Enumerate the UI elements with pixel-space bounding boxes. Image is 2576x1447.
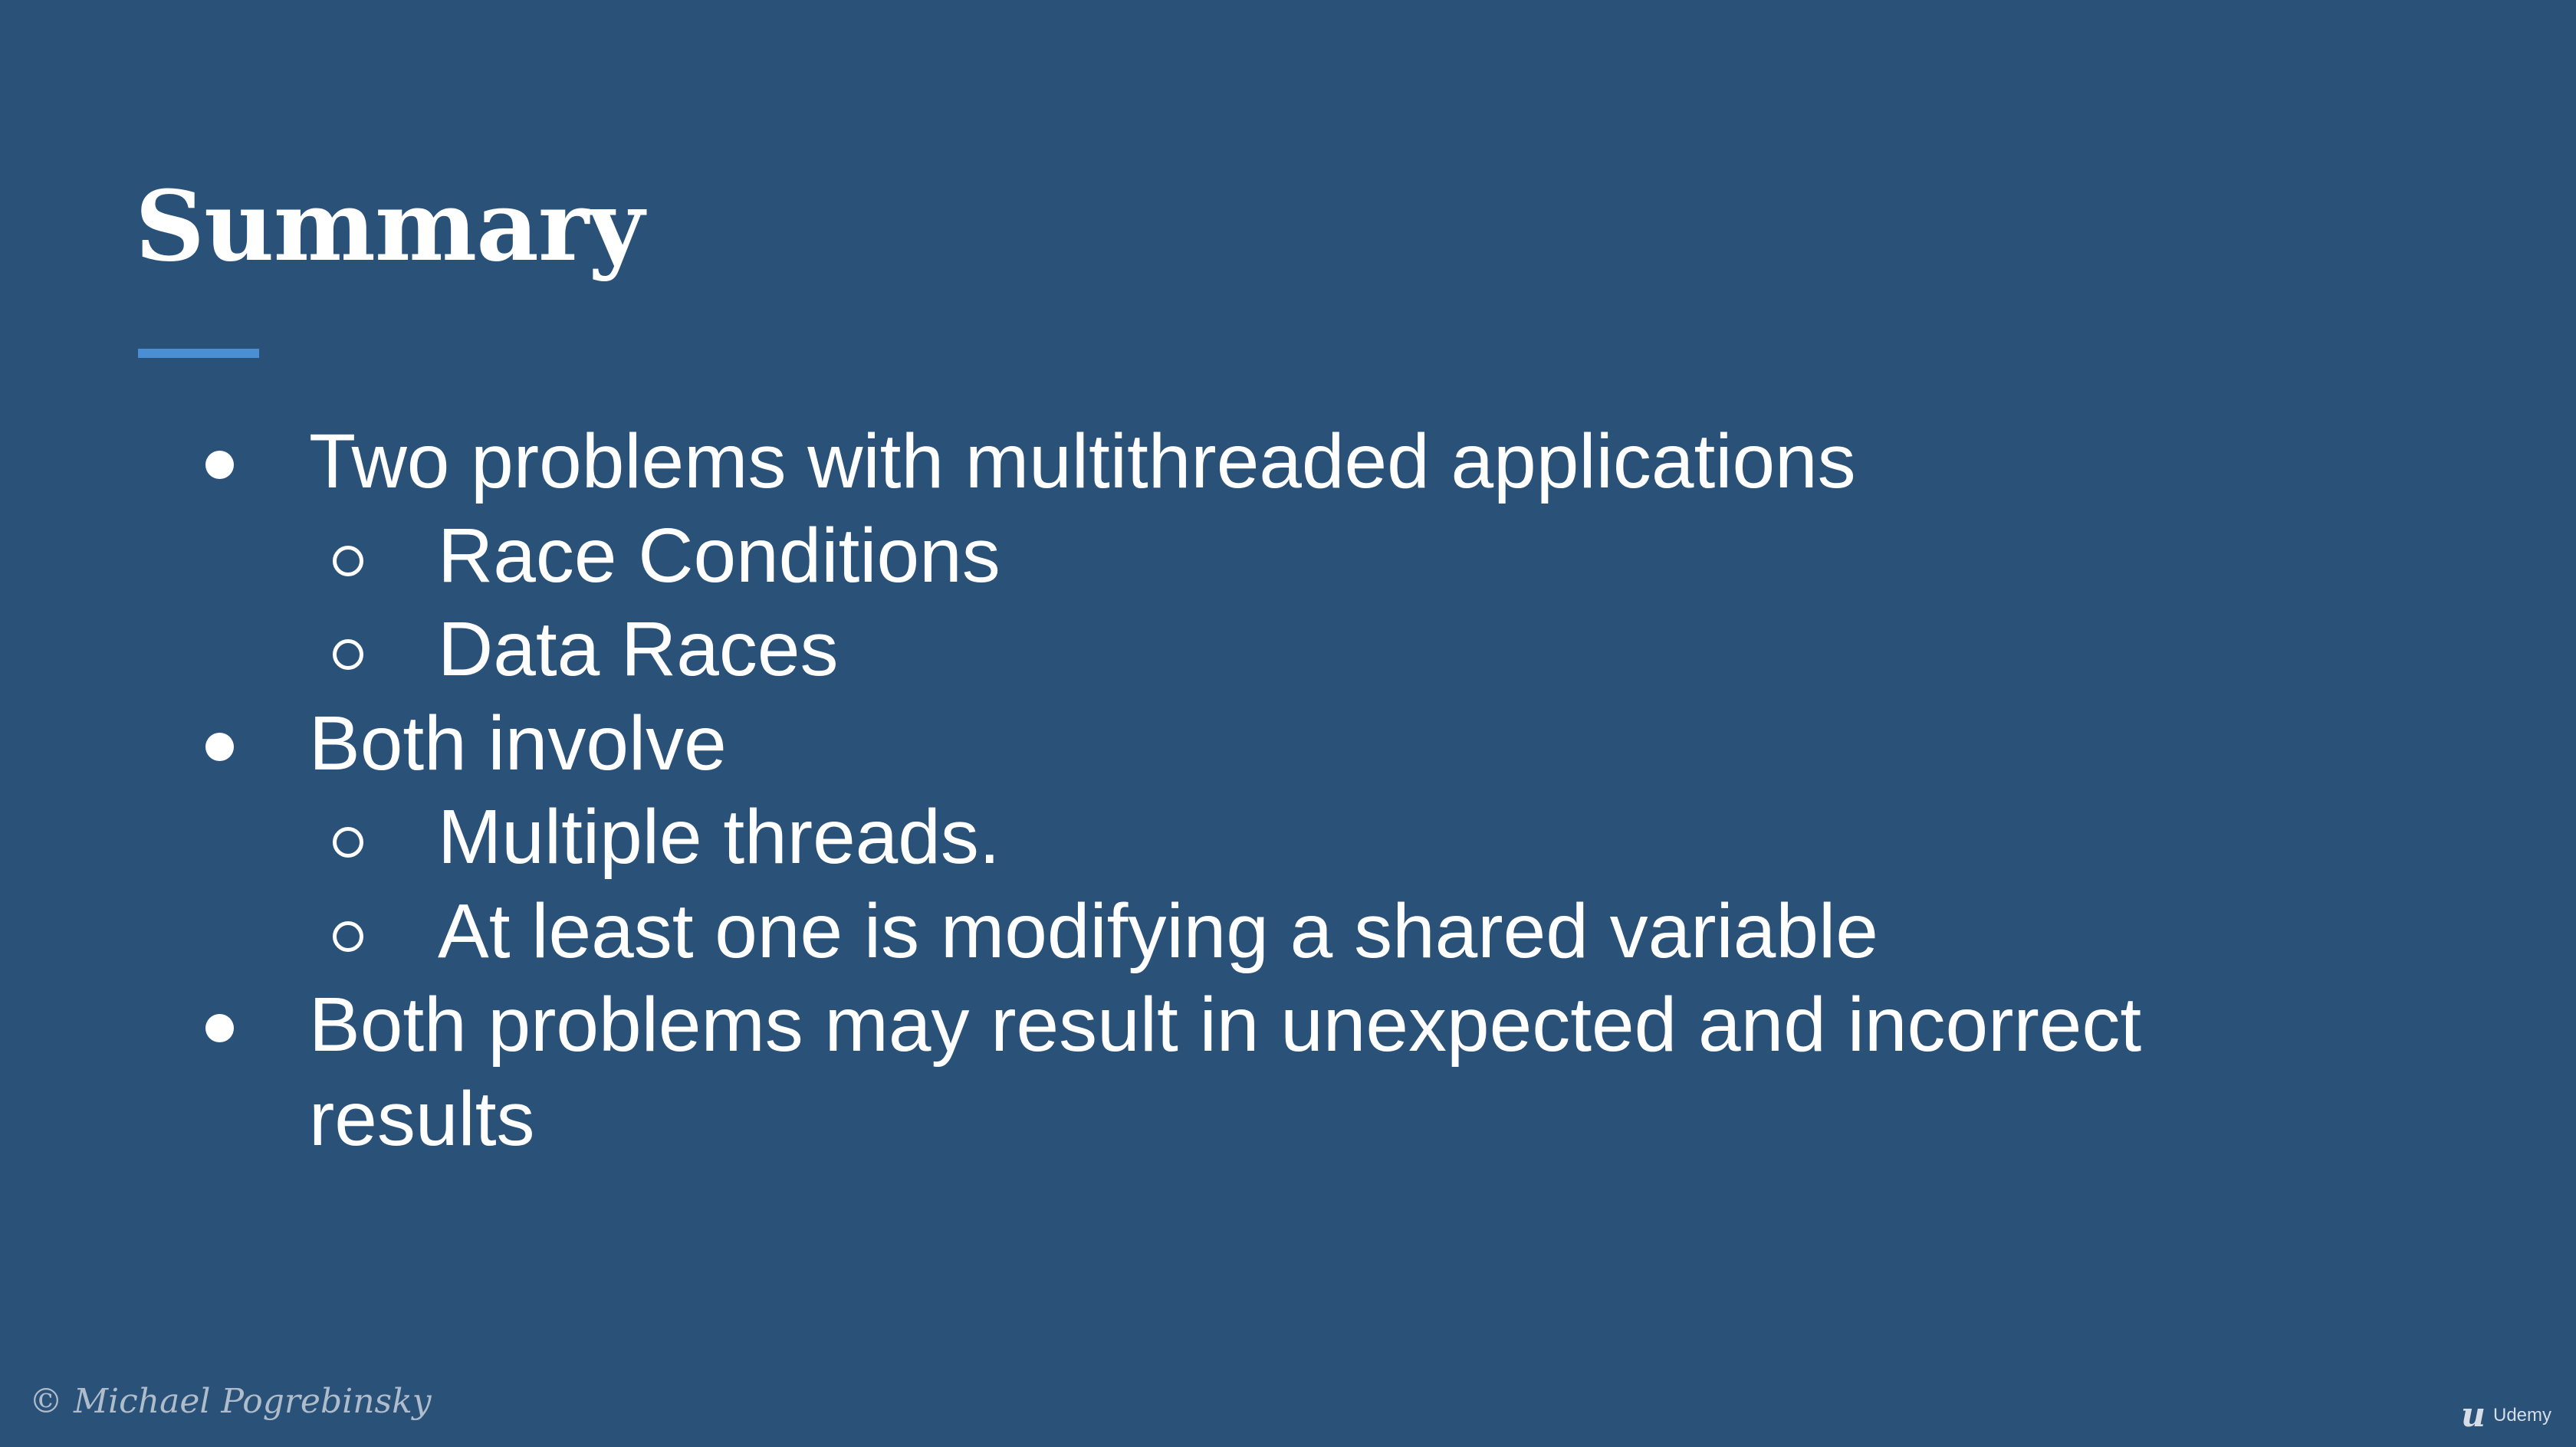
bullet-line: Both involve bbox=[0, 697, 2576, 791]
bullet-list: Two problems with multithreaded applicat… bbox=[0, 415, 2576, 1166]
udemy-logo-icon: u bbox=[2461, 1396, 2486, 1435]
sub-bullet-line: Data Races bbox=[0, 602, 2576, 697]
bullet-continuation-line: results bbox=[0, 1072, 2576, 1166]
sub-bullet-line: Race Conditions bbox=[0, 509, 2576, 603]
bullet-text: Both problems may result in unexpected a… bbox=[309, 982, 2142, 1068]
sub-bullet-text: At least one is modifying a shared varia… bbox=[438, 888, 1878, 974]
sub-bullet-circle-icon bbox=[333, 920, 363, 952]
bullet-disc-icon bbox=[205, 1014, 234, 1042]
sub-bullet-line: At least one is modifying a shared varia… bbox=[0, 884, 2576, 979]
bullet-disc-icon bbox=[205, 451, 234, 479]
slide: Summary Two problems with multithreaded … bbox=[0, 0, 2576, 1447]
slide-title: Summary bbox=[135, 169, 644, 283]
bullet-disc-icon bbox=[205, 732, 234, 761]
sub-bullet-circle-icon bbox=[333, 639, 363, 670]
udemy-watermark: u Udemy bbox=[2461, 1398, 2551, 1433]
sub-bullet-line: Multiple threads. bbox=[0, 790, 2576, 884]
copyright-notice: © Michael Pogrebinsky bbox=[29, 1382, 432, 1421]
bullet-item: Both problems may result in unexpected a… bbox=[0, 978, 2576, 1166]
sub-bullet-circle-icon bbox=[333, 545, 363, 576]
bullet-item: Two problems with multithreaded applicat… bbox=[0, 415, 2576, 697]
bullet-text: Both involve bbox=[309, 700, 727, 786]
sub-bullet-text: Race Conditions bbox=[438, 512, 1001, 599]
bullet-text: Two problems with multithreaded applicat… bbox=[309, 418, 1856, 504]
sub-bullet-circle-icon bbox=[333, 827, 363, 858]
bullet-item: Both involve Multiple threads. At least … bbox=[0, 697, 2576, 979]
sub-bullet-text: Data Races bbox=[438, 606, 839, 692]
bullet-text-continuation: results bbox=[309, 1075, 535, 1162]
sub-bullet-text: Multiple threads. bbox=[438, 794, 1001, 880]
title-underline bbox=[138, 349, 259, 358]
bullet-line: Both problems may result in unexpected a… bbox=[0, 978, 2576, 1072]
bullet-line: Two problems with multithreaded applicat… bbox=[0, 415, 2576, 509]
udemy-brand-text: Udemy bbox=[2493, 1405, 2552, 1426]
